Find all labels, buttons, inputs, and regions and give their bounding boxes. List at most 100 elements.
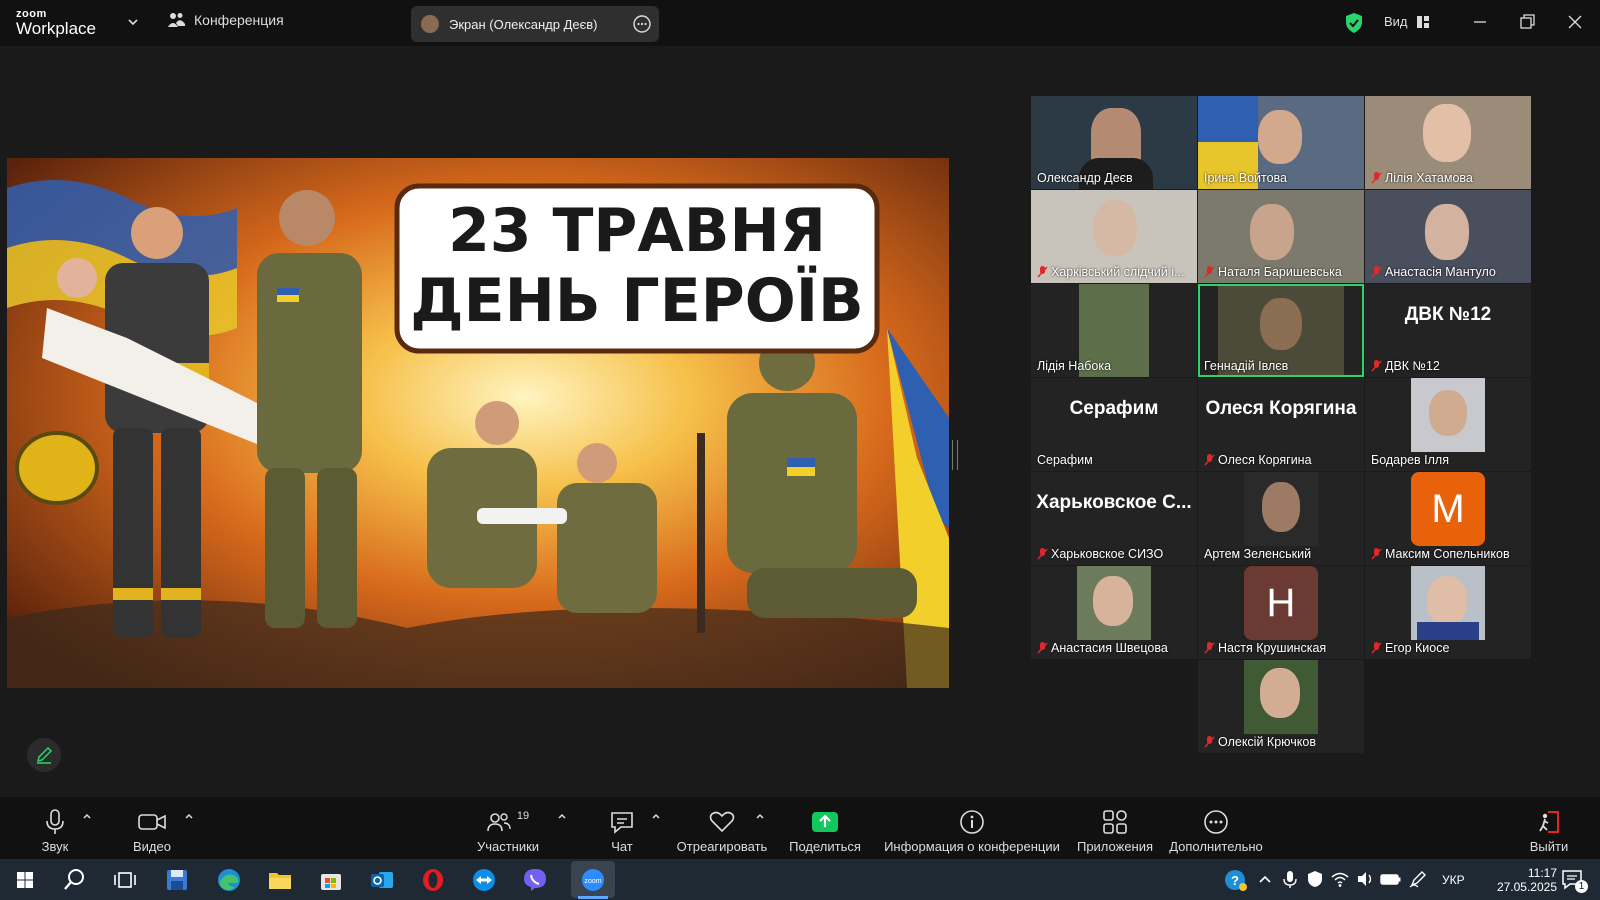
keyboard-language[interactable]: УКР — [1442, 859, 1465, 900]
outlook-icon[interactable] — [367, 865, 397, 895]
meeting-menu-label: Конференция — [194, 12, 284, 28]
close-icon[interactable] — [1563, 10, 1587, 34]
participant-tile[interactable]: Артем Зеленський — [1198, 472, 1364, 565]
participant-tile[interactable]: M Максим Сопельников — [1365, 472, 1531, 565]
participant-tile[interactable]: Анастасия Швецова — [1031, 566, 1197, 659]
more-icon — [1204, 810, 1228, 834]
meeting-info-button[interactable]: Информация о конференции — [884, 797, 1060, 859]
chevron-down-icon[interactable] — [126, 15, 140, 29]
chat-options-chevron-icon[interactable] — [651, 811, 661, 821]
participant-name: Егор Киосе — [1371, 641, 1449, 655]
participant-tile[interactable]: Наталя Баришевська — [1198, 190, 1364, 283]
participant-tile[interactable]: Анастасія Мантуло — [1365, 190, 1531, 283]
participant-avatar-letter: M — [1411, 472, 1485, 546]
participant-name: Харківський слідчий і... — [1037, 265, 1184, 279]
headline-line1: 23 ТРАВНЯ — [448, 196, 826, 266]
more-options-icon[interactable] — [633, 15, 651, 33]
security-shield-tray-icon[interactable] — [1305, 869, 1325, 889]
participant-tile-active-speaker[interactable]: Геннадій Івлєв — [1198, 284, 1364, 377]
participant-tile[interactable]: Лідія Набока — [1031, 284, 1197, 377]
teamviewer-icon[interactable] — [469, 865, 499, 895]
participant-tile[interactable]: Олександр Деєв — [1031, 96, 1197, 189]
share-screen-button[interactable]: Поделиться — [786, 797, 864, 859]
participant-name: ДВК №12 — [1371, 359, 1440, 373]
participant-name: Лідія Набока — [1037, 359, 1112, 373]
participant-tile[interactable]: Серафим Серафим — [1031, 378, 1197, 471]
participant-tile[interactable]: Олеся Корягина Олеся Корягина — [1198, 378, 1364, 471]
participant-tile[interactable]: H Настя Крушинская — [1198, 566, 1364, 659]
restore-icon[interactable] — [1515, 10, 1539, 34]
participant-tile[interactable]: Егор Киосе — [1365, 566, 1531, 659]
screen-share-label: Экран (Олександр Деєв) — [449, 16, 598, 32]
task-view-icon[interactable] — [110, 865, 140, 895]
mic-muted-icon — [1037, 642, 1048, 654]
minimize-icon[interactable] — [1468, 10, 1492, 34]
zoom-app-icon[interactable]: zoom — [578, 865, 608, 895]
battery-icon[interactable] — [1380, 869, 1402, 889]
more-button[interactable]: Дополнительно — [1166, 797, 1266, 859]
participant-display-name: Олеся Корягина — [1205, 398, 1357, 419]
file-explorer-icon[interactable] — [265, 865, 295, 895]
participant-tile[interactable]: Лілія Хатамова — [1365, 96, 1531, 189]
leave-button[interactable]: Выйти — [1524, 797, 1574, 859]
mic-muted-icon — [1371, 360, 1382, 372]
chat-button[interactable]: Чат — [600, 797, 644, 859]
participant-tile[interactable]: Бодарев Ілля — [1365, 378, 1531, 471]
participant-name: Олексій Крючков — [1204, 735, 1316, 749]
search-icon[interactable] — [60, 865, 90, 895]
save-disk-icon[interactable] — [162, 865, 192, 895]
notifications-button[interactable]: 1 — [1560, 867, 1588, 893]
clock[interactable]: 11:17 27.05.2025 — [1486, 859, 1558, 900]
tray-microphone-icon[interactable] — [1280, 869, 1300, 889]
wifi-icon[interactable] — [1330, 869, 1350, 889]
chat-label: Чат — [611, 839, 633, 854]
annotate-button[interactable] — [27, 738, 61, 772]
participant-name: Наталя Баришевська — [1204, 265, 1342, 279]
participant-gallery: Олександр Деєв Ірина Войтова Лілія Хатам… — [1031, 96, 1531, 756]
participant-tile[interactable]: Харківський слідчий і... — [1031, 190, 1197, 283]
windows-start-icon[interactable] — [10, 865, 40, 895]
mic-muted-icon — [1371, 548, 1382, 560]
heart-icon — [709, 811, 735, 833]
screen-share-indicator[interactable]: Экран (Олександр Деєв) — [411, 6, 659, 42]
clock-date: 27.05.2025 — [1496, 879, 1557, 894]
shared-screen: 23 ТРАВНЯ ДЕНЬ ГЕРОЇВ — [7, 158, 949, 688]
participant-tile[interactable]: Олексій Крючков — [1198, 660, 1364, 753]
chevron-up-icon[interactable] — [1255, 869, 1275, 889]
participant-tile[interactable]: ДВК №12 ДВК №12 — [1365, 284, 1531, 377]
help-icon[interactable]: ? — [1222, 867, 1248, 893]
splitter-handle[interactable] — [952, 440, 958, 470]
view-button[interactable]: Вид — [1384, 14, 1430, 29]
edge-browser-icon[interactable] — [214, 865, 244, 895]
participant-display-name: ДВК №12 — [1404, 304, 1492, 325]
participant-name: Харьковское СИЗО — [1037, 547, 1163, 561]
video-button[interactable]: Видео — [126, 797, 178, 859]
participant-name: Бодарев Ілля — [1371, 453, 1449, 467]
meeting-menu[interactable]: Конференция — [168, 12, 284, 28]
sharer-avatar — [421, 15, 439, 33]
participant-display-name: Харьковское С... — [1036, 492, 1192, 513]
viber-icon[interactable] — [520, 865, 550, 895]
participant-name: Олеся Корягина — [1204, 453, 1312, 467]
participant-tile[interactable]: Ірина Войтова — [1198, 96, 1364, 189]
camera-icon — [138, 814, 166, 830]
audio-button[interactable]: Звук — [30, 797, 80, 859]
react-button[interactable]: Отреагировать — [676, 797, 768, 859]
mic-muted-icon — [1204, 266, 1215, 278]
video-options-chevron-icon[interactable] — [184, 811, 194, 821]
mic-muted-icon — [1204, 642, 1215, 654]
apps-button[interactable]: Приложения — [1072, 797, 1158, 859]
audio-options-chevron-icon[interactable] — [82, 811, 92, 821]
microsoft-store-icon[interactable] — [316, 865, 346, 895]
volume-icon[interactable] — [1355, 869, 1375, 889]
zoom-workplace-logo[interactable]: zoom Workplace — [16, 8, 96, 38]
share-screen-icon — [812, 812, 838, 832]
opera-browser-icon[interactable] — [418, 865, 448, 895]
encryption-shield-icon[interactable] — [1344, 12, 1364, 34]
participants-options-chevron-icon[interactable] — [557, 811, 567, 821]
pen-input-icon[interactable] — [1408, 869, 1428, 889]
react-options-chevron-icon[interactable] — [755, 811, 765, 821]
participants-button[interactable]: 19 Участники — [470, 797, 546, 859]
participant-tile[interactable]: Харьковское С... Харьковское СИЗО — [1031, 472, 1197, 565]
participant-name: Максим Сопельников — [1371, 547, 1510, 561]
